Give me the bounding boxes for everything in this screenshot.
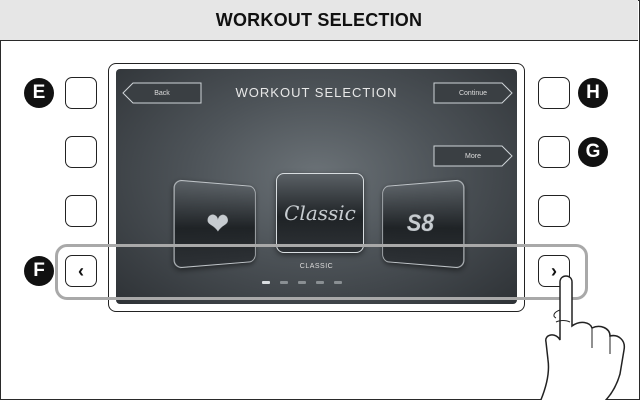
classic-card-label: Classic [284,201,356,225]
pointing-hand-icon [540,275,626,400]
callout-f: F [24,256,54,286]
page-title: WORKOUT SELECTION [0,0,638,41]
continue-button[interactable]: Continue [433,81,513,105]
callout-h: H [578,78,608,108]
more-button[interactable]: More [433,144,513,168]
workout-card-classic[interactable]: Classic [276,173,364,253]
back-button[interactable]: Back [122,81,202,105]
left-button-2[interactable] [65,136,97,168]
right-button-3[interactable] [538,195,570,227]
left-button-1[interactable] [65,77,97,109]
heart-icon: ❤ [206,207,230,241]
callout-g: G [578,137,608,167]
continue-label: Continue [458,89,488,97]
left-button-3[interactable] [65,195,97,227]
navigation-highlight [55,244,588,300]
s8-card-label: S8 [406,209,434,238]
right-button-2[interactable] [538,136,570,168]
callout-e: E [24,78,54,108]
more-label: More [465,152,481,160]
right-button-1[interactable] [538,77,570,109]
back-label: Back [154,89,170,97]
